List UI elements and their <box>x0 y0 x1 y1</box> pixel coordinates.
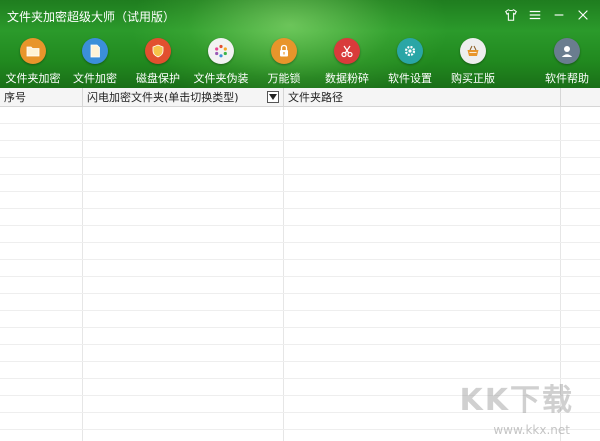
file-icon <box>82 38 108 64</box>
table-header: 序号 闪电加密文件夹(单击切换类型) 文件夹路径 <box>0 88 600 107</box>
minimize-icon <box>554 14 564 16</box>
toolbar-folder-disguise[interactable]: 文件夹伪装 <box>188 38 254 86</box>
minimize-button[interactable] <box>550 6 568 24</box>
toolbar-label: 文件夹加密 <box>5 72 61 85</box>
column-header-folder-type[interactable]: 闪电加密文件夹(单击切换类型) <box>83 88 284 107</box>
toolbar-file-encrypt[interactable]: 文件加密 <box>62 38 128 86</box>
table-row <box>0 226 600 243</box>
table-row <box>0 141 600 158</box>
lock-icon <box>271 38 297 64</box>
skin-button[interactable] <box>502 6 520 24</box>
column-header-folder-path[interactable]: 文件夹路径 <box>284 88 561 107</box>
table-row <box>0 311 600 328</box>
toolbar-software-help[interactable]: 软件帮助 <box>534 38 600 86</box>
table-row <box>0 158 600 175</box>
toolbar-label: 购买正版 <box>451 72 495 85</box>
toolbar-data-shred[interactable]: 数据粉碎 <box>314 38 380 86</box>
table-row <box>0 192 600 209</box>
folder-icon <box>20 38 46 64</box>
toolbar-label: 文件加密 <box>73 72 117 85</box>
toolbar-label: 文件夹伪装 <box>193 72 249 85</box>
table-row <box>0 209 600 226</box>
gear-icon <box>397 38 423 64</box>
window-title: 文件夹加密超级大师（试用版） <box>7 10 176 24</box>
menu-button[interactable] <box>526 6 544 24</box>
table-row <box>0 243 600 260</box>
toolbar-software-settings[interactable]: 软件设置 <box>377 38 443 86</box>
toolbar-label: 软件设置 <box>388 72 432 85</box>
scissors-icon <box>334 38 360 64</box>
disguise-icon <box>208 38 234 64</box>
table-row <box>0 260 600 277</box>
table-row <box>0 107 600 124</box>
user-help-icon <box>554 38 580 64</box>
toolbar-label: 磁盘保护 <box>136 72 180 85</box>
toolbar: 文件夹加密 文件加密 磁盘保护 文件夹伪装 万能锁 数据粉碎 软件设置 购买正版… <box>0 36 600 86</box>
table-row <box>0 124 600 141</box>
basket-icon <box>460 38 486 64</box>
tshirt-icon <box>505 9 517 21</box>
toolbar-label: 数据粉碎 <box>325 72 369 85</box>
close-button[interactable] <box>574 6 592 24</box>
watermark-logo: KK下载 <box>459 383 574 418</box>
table-row <box>0 328 600 345</box>
type-dropdown-button[interactable] <box>267 91 279 103</box>
table-row <box>0 294 600 311</box>
table-row <box>0 345 600 362</box>
toolbar-buy-license[interactable]: 购买正版 <box>440 38 506 86</box>
app-header: 文件夹加密超级大师（试用版） 文件夹加密 文件加密 磁盘保护 文件夹伪装 万能锁… <box>0 0 600 88</box>
table-row <box>0 277 600 294</box>
toolbar-universal-lock[interactable]: 万能锁 <box>251 38 317 86</box>
close-icon <box>578 10 588 20</box>
toolbar-label: 软件帮助 <box>545 72 589 85</box>
shield-icon <box>145 38 171 64</box>
menu-icon <box>529 10 541 20</box>
toolbar-folder-encrypt[interactable]: 文件夹加密 <box>0 38 66 86</box>
watermark-url: www.kkx.net <box>493 423 570 437</box>
window-controls <box>502 6 592 24</box>
column-header-index[interactable]: 序号 <box>0 88 83 107</box>
triangle-down-icon <box>269 94 277 100</box>
toolbar-disk-protect[interactable]: 磁盘保护 <box>125 38 191 86</box>
toolbar-label: 万能锁 <box>267 72 301 85</box>
table-row <box>0 175 600 192</box>
